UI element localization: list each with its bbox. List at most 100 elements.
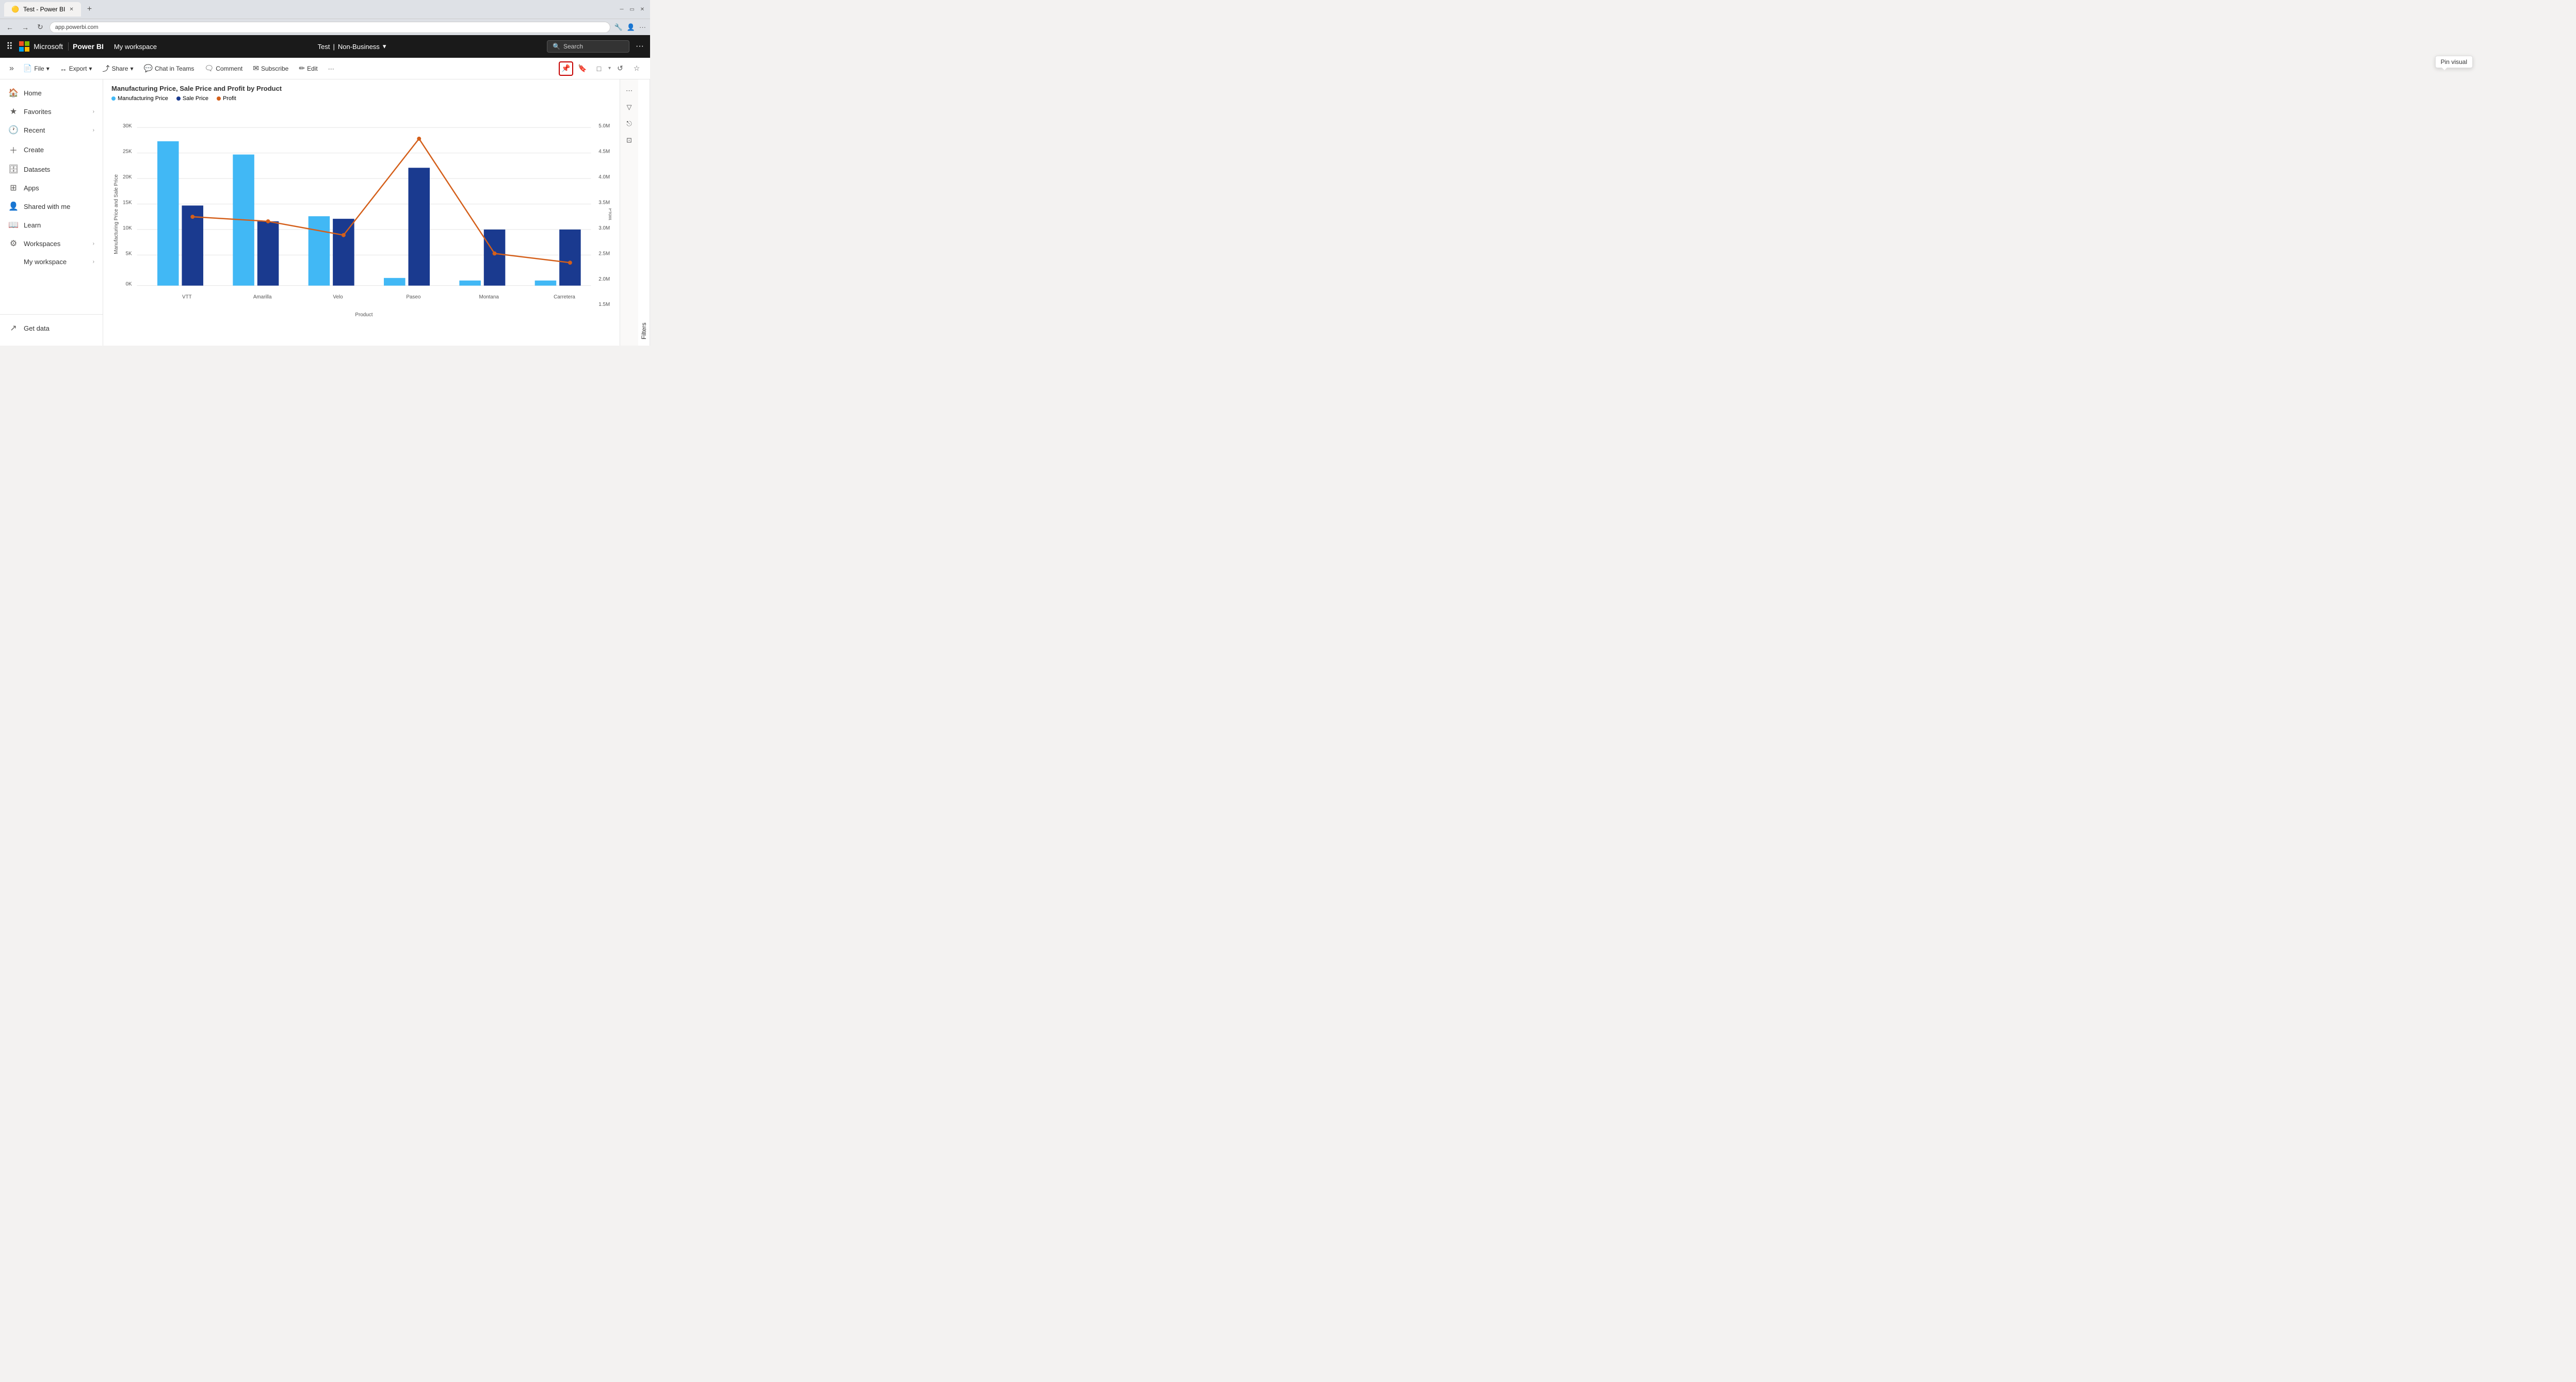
close-window-button[interactable]: ✕: [639, 6, 646, 13]
export-dropdown-icon: ▾: [89, 65, 92, 72]
x-label-paseo: Paseo: [406, 294, 421, 300]
toolbar-more-button[interactable]: ···: [324, 63, 338, 74]
browser-more-button[interactable]: ···: [639, 23, 646, 31]
classification-label: Non-Business: [338, 43, 380, 51]
sidebar-item-recent[interactable]: 🕐 Recent ›: [0, 121, 103, 139]
edit-label: Edit: [307, 65, 318, 72]
expand-button[interactable]: »: [6, 62, 17, 75]
address-bar[interactable]: app.powerbi.com: [50, 22, 610, 33]
search-label: Search: [563, 43, 583, 50]
sidebar-item-shared[interactable]: 👤 Shared with me: [0, 197, 103, 216]
datasets-label: Datasets: [24, 166, 50, 173]
bar-carretera-mfg[interactable]: [535, 281, 557, 286]
file-button[interactable]: 📄 File ▾: [19, 62, 54, 75]
profit-dot-montana: [493, 251, 497, 255]
sidebar-item-myworkspace[interactable]: My workspace ›: [0, 253, 103, 270]
y-right-tick-4-5m: 4.5M: [598, 149, 610, 155]
share-button[interactable]: ⤴ Share ▾: [98, 61, 137, 76]
edit-button[interactable]: ✏ Edit: [295, 62, 321, 75]
workspace-name[interactable]: My workspace: [114, 43, 157, 51]
main-content: Manufacturing Price, Sale Price and Prof…: [103, 79, 620, 346]
classification-dropdown-icon[interactable]: ▾: [383, 42, 386, 51]
bar-velo-mfg[interactable]: [309, 216, 330, 285]
sidebar-bottom: ↗ Get data: [0, 314, 103, 342]
filters-tab[interactable]: Filters: [638, 79, 650, 346]
legend-item-profit: Profit: [217, 95, 236, 102]
y-right-tick-5m: 5.0M: [598, 123, 610, 129]
profile-button[interactable]: 👤: [627, 23, 635, 31]
teams-icon: 💬: [144, 64, 153, 73]
pin-visual-button[interactable]: 📌: [559, 61, 573, 76]
shared-label: Shared with me: [24, 203, 70, 210]
export-button[interactable]: ↔ Export ▾: [56, 62, 96, 75]
visual-export-button[interactable]: ⊡: [622, 133, 637, 148]
content-area: 🏠 Home ★ Favorites › 🕐 Recent › ＋ Create…: [0, 79, 650, 346]
file-label: File: [34, 65, 44, 72]
maximize-button[interactable]: ▭: [628, 6, 636, 13]
center-area: Test | Non-Business ▾: [163, 42, 541, 51]
bar-velo-sale[interactable]: [333, 219, 354, 286]
expand-dropdown[interactable]: ▾: [608, 66, 611, 71]
browser-chrome: 🟡 Test - Power BI ✕ + ─ ▭ ✕: [0, 0, 650, 19]
browser-tab[interactable]: 🟡 Test - Power BI ✕: [4, 2, 81, 17]
sidebar-item-create[interactable]: ＋ Create: [0, 139, 103, 160]
tab-close-button[interactable]: ✕: [69, 7, 73, 12]
bar-paseo-sale[interactable]: [408, 168, 430, 285]
search-box[interactable]: 🔍 Search: [547, 40, 629, 53]
x-label-amarilla: Amarilla: [253, 294, 272, 300]
sidebar-item-datasets[interactable]: 🗄 Datasets: [0, 160, 103, 178]
bar-vtt-mfg[interactable]: [157, 141, 179, 286]
sidebar-item-workspaces[interactable]: ⚙ Workspaces ›: [0, 234, 103, 253]
subscribe-button[interactable]: ✉ Subscribe: [249, 62, 293, 75]
x-label-montana: Montana: [479, 294, 499, 300]
bar-paseo-mfg[interactable]: [384, 278, 406, 286]
pin-tooltip-text: Pin visual: [2441, 58, 2467, 66]
topnav-more-button[interactable]: ···: [636, 42, 644, 51]
search-icon: 🔍: [553, 43, 560, 50]
chat-in-teams-button[interactable]: 💬 Chat in Teams: [140, 62, 199, 75]
home-icon: 🏠: [8, 88, 19, 98]
y-left-tick-0k: 0K: [125, 282, 132, 287]
back-button[interactable]: ←: [4, 22, 15, 32]
workspaces-label: Workspaces: [24, 240, 60, 248]
favorites-icon: ★: [8, 106, 19, 117]
favorites-arrow: ›: [93, 109, 94, 115]
refresh-visual-button[interactable]: ↺: [613, 61, 627, 76]
focus-mode-button[interactable]: 🔖: [575, 61, 590, 76]
y-left-axis-label: Manufacturing Price and Sale Price: [114, 174, 119, 254]
sidebar-item-home[interactable]: 🏠 Home: [0, 84, 103, 102]
sidebar-item-learn[interactable]: 📖 Learn: [0, 216, 103, 234]
visual-filter-button[interactable]: ▽: [622, 100, 637, 115]
extensions-button[interactable]: 🔧: [614, 23, 623, 31]
bar-montana-sale[interactable]: [484, 230, 506, 286]
visual-spotlight-button[interactable]: ⎋: [622, 117, 637, 131]
sidebar-item-getdata[interactable]: ↗ Get data: [0, 319, 103, 337]
toolbar: » 📄 File ▾ ↔ Export ▾ ⤴ Share ▾ 💬 Chat i…: [0, 58, 650, 79]
top-navigation: ⠿ Microsoft Power BI My workspace Test |…: [0, 35, 650, 58]
y-right-tick-4m: 4.0M: [598, 174, 610, 180]
minimize-button[interactable]: ─: [618, 6, 625, 13]
forward-button[interactable]: →: [20, 22, 31, 32]
bookmark-button[interactable]: ☆: [629, 61, 644, 76]
comment-button[interactable]: 🗨 Comment: [200, 62, 247, 75]
recent-label: Recent: [24, 126, 45, 134]
recent-icon: 🕐: [8, 125, 19, 135]
y-right-tick-2m: 2.0M: [598, 277, 610, 282]
window-controls: ─ ▭ ✕: [618, 6, 646, 13]
profit-dot-carretera: [568, 261, 572, 265]
refresh-button[interactable]: ↻: [35, 22, 45, 32]
apps-icon: ⊞: [8, 183, 19, 193]
right-panel: ⋯ ▽ ⎋ ⊡ Filters: [620, 79, 650, 346]
bar-montana-mfg[interactable]: [459, 281, 481, 286]
sidebar-item-apps[interactable]: ⊞ Apps: [0, 178, 103, 197]
expand-visual-button[interactable]: □: [592, 61, 606, 76]
x-label-vtt: VTT: [182, 294, 192, 300]
sidebar-item-favorites[interactable]: ★ Favorites ›: [0, 102, 103, 121]
right-toolbar: 📌 🔖 □ ▾ ↺ ☆: [559, 61, 644, 76]
report-title-nav: Test | Non-Business ▾: [318, 42, 386, 51]
new-tab-button[interactable]: +: [84, 4, 95, 15]
bar-amarilla-sale[interactable]: [257, 221, 279, 286]
visual-more-button[interactable]: ⋯: [622, 84, 637, 98]
waffle-menu-icon[interactable]: ⠿: [6, 41, 13, 52]
bar-carretera-sale[interactable]: [559, 230, 581, 286]
